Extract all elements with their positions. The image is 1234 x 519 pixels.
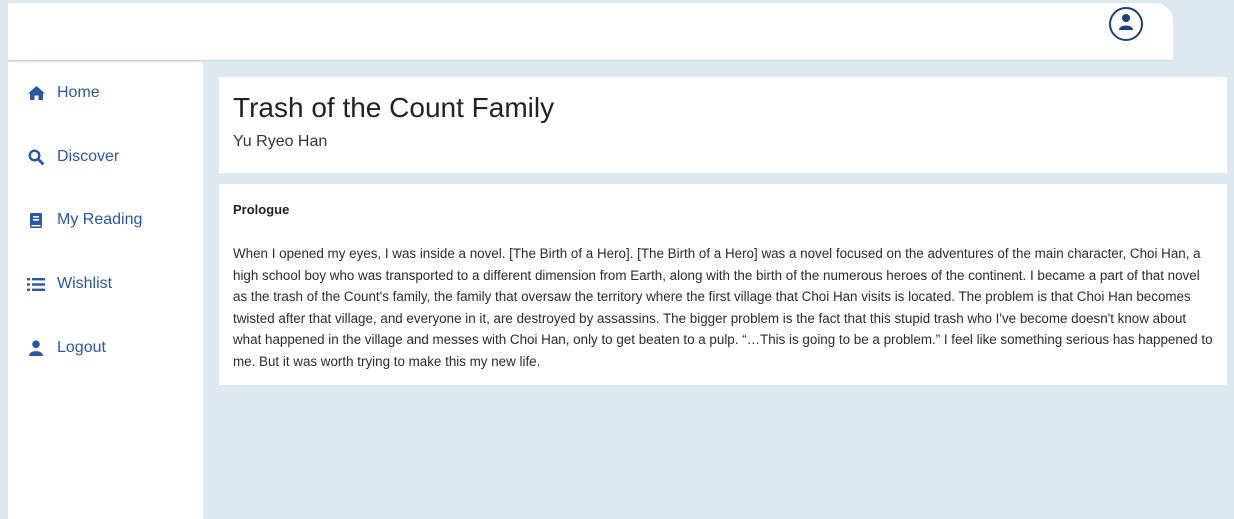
sidebar-item-label: Logout [57, 339, 106, 356]
chapter-text: When I opened my eyes, I was inside a no… [233, 246, 1213, 369]
book-title: Trash of the Count Family [233, 92, 555, 123]
sidebar-item-home[interactable]: Home [8, 73, 204, 113]
user-avatar-button[interactable] [1109, 7, 1143, 41]
top-bar [8, 3, 1173, 61]
sidebar-item-label: My Reading [57, 211, 143, 228]
chapter-card: Prologue When I opened my eyes, I was in… [219, 184, 1227, 385]
chapter-title: Prologue [233, 202, 290, 217]
home-icon [26, 83, 46, 103]
list-icon [26, 274, 46, 294]
sidebar-item-my-reading[interactable]: My Reading [8, 200, 204, 240]
user-circle-icon [1118, 13, 1134, 36]
book-icon [26, 210, 46, 230]
sidebar: Home Discover My Reading Wishlist Logout [8, 62, 204, 519]
search-icon [26, 147, 46, 167]
book-header-card: Trash of the Count Family Yu Ryeo Han [219, 77, 1227, 173]
sidebar-item-label: Discover [57, 148, 120, 165]
book-author: Yu Ryeo Han [233, 133, 328, 150]
sidebar-item-label: Wishlist [57, 275, 113, 292]
sidebar-item-discover[interactable]: Discover [8, 137, 204, 177]
user-icon [26, 338, 46, 358]
sidebar-item-logout[interactable]: Logout [8, 328, 204, 368]
sidebar-item-wishlist[interactable]: Wishlist [8, 264, 204, 304]
sidebar-item-label: Home [57, 84, 100, 101]
